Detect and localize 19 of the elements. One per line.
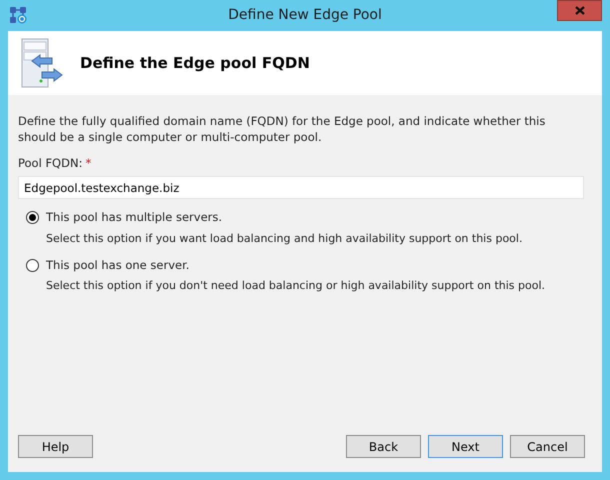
fqdn-input[interactable]: Edgepool.testexchange.biz bbox=[18, 176, 584, 200]
close-button[interactable] bbox=[557, 0, 602, 21]
page-heading: Define the Edge pool FQDN bbox=[80, 52, 310, 74]
help-button[interactable]: Help bbox=[18, 435, 93, 458]
option-hint: Select this option if you want load balancing and high availability support on this pool. bbox=[45, 230, 524, 246]
radio-button[interactable] bbox=[26, 211, 39, 224]
radio-button[interactable] bbox=[26, 259, 39, 272]
description-text: Define the fully qualified domain name (FQDN) for the Edge pool, and indicate whether this should be a single computer or multi-computer pool. bbox=[18, 113, 546, 145]
cancel-button[interactable]: Cancel bbox=[510, 435, 585, 458]
next-button[interactable]: Next bbox=[428, 435, 503, 458]
required-mark: * bbox=[85, 155, 92, 172]
option-label: This pool has multiple servers. bbox=[46, 209, 222, 226]
close-icon bbox=[574, 6, 584, 15]
window-title: Define New Edge Pool bbox=[227, 6, 383, 25]
app-icon bbox=[9, 6, 27, 24]
option-hint: Select this option if you don't need load balancing or high availability support on this pool. bbox=[45, 278, 546, 294]
back-button[interactable]: Back bbox=[346, 435, 421, 458]
fqdn-label: Pool FQDN: bbox=[18, 155, 82, 172]
option-label: This pool has one server. bbox=[46, 257, 190, 274]
